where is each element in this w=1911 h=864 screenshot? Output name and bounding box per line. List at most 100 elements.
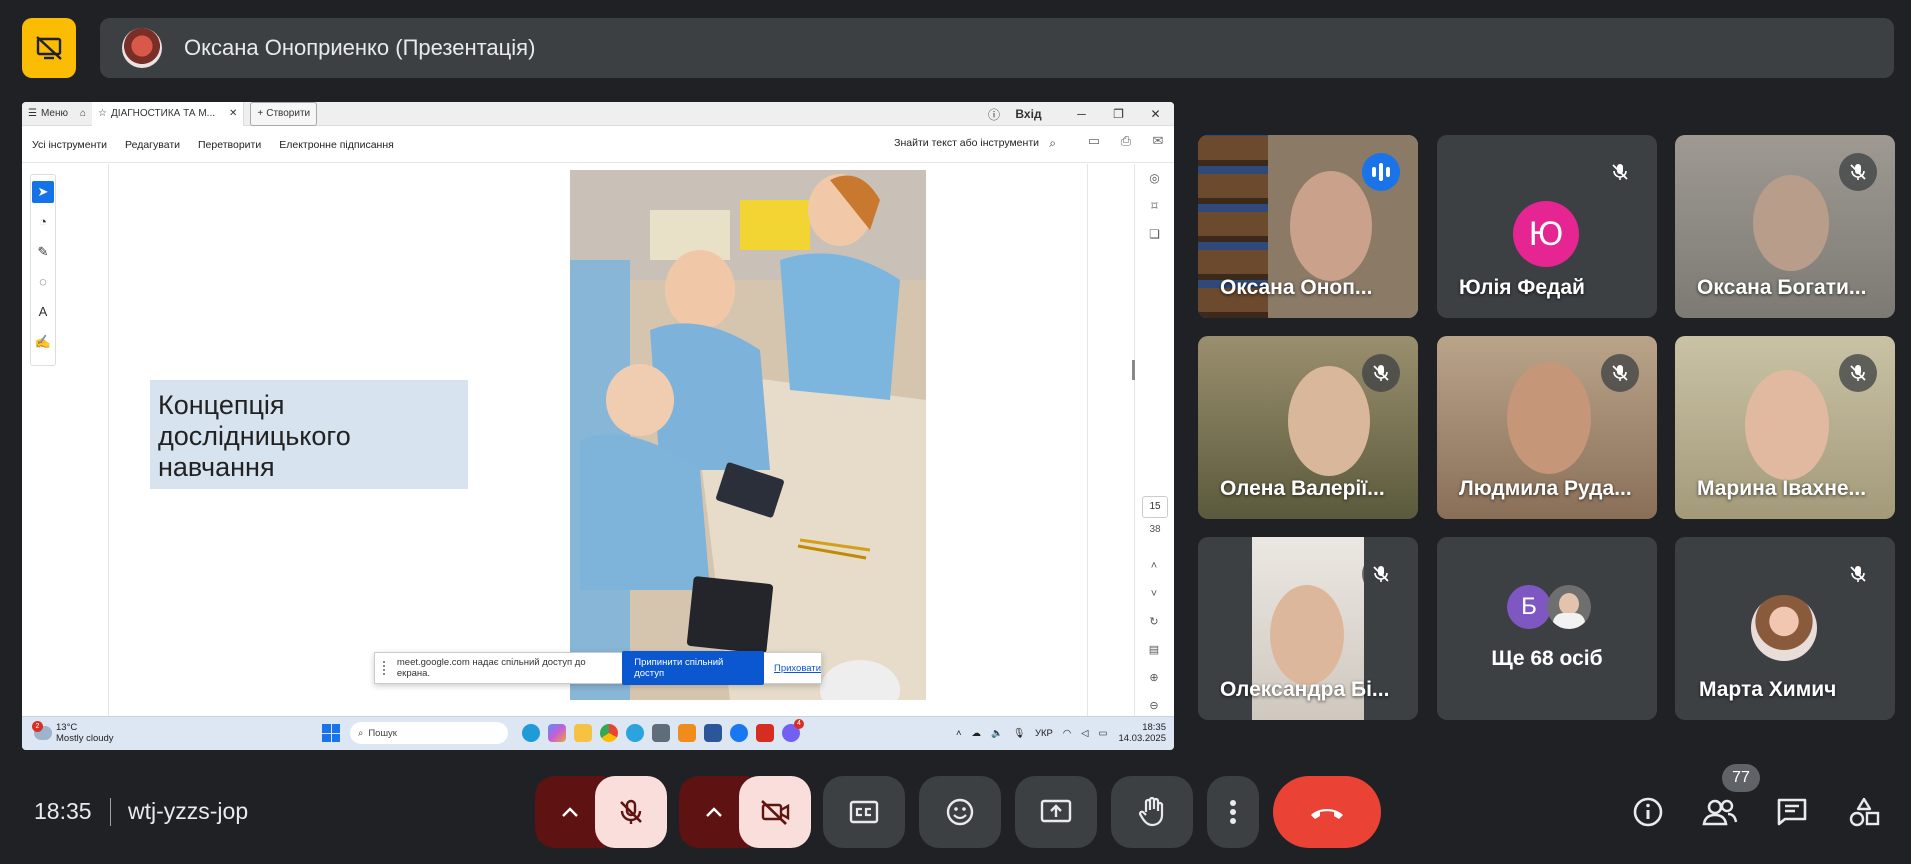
sign-tool-icon[interactable]: ✍ xyxy=(32,331,54,353)
participant-tile[interactable]: Оксана Богати... xyxy=(1675,135,1895,318)
find-tools-input[interactable]: Знайти текст або інструменти xyxy=(894,137,1039,149)
present-button[interactable] xyxy=(1015,776,1097,848)
viber-icon[interactable]: 4 xyxy=(782,719,804,742)
lasso-tool-icon[interactable]: ◌ xyxy=(32,271,54,293)
tray-chevron-icon[interactable]: ˄ xyxy=(956,728,962,739)
keyboard-language[interactable]: УКР xyxy=(1035,728,1053,739)
participant-name: Юлія Федай xyxy=(1459,276,1585,299)
microphone-button[interactable] xyxy=(595,776,667,848)
face xyxy=(1753,175,1829,271)
acrobat-icon[interactable] xyxy=(756,724,774,742)
minimize-icon[interactable]: ─ xyxy=(1063,107,1100,121)
captions-button[interactable] xyxy=(823,776,905,848)
mic-off-icon xyxy=(620,799,642,824)
taskbar-time: 18:35 xyxy=(1142,722,1166,733)
tab-document-label: ДІАГНОСТИКА ТА М... xyxy=(111,108,215,119)
calculator-icon[interactable] xyxy=(652,724,670,742)
taskbar-clock[interactable]: 18:35 14.03.2025 xyxy=(1118,722,1166,744)
more-options-button[interactable] xyxy=(1207,776,1259,848)
activities-button[interactable] xyxy=(1842,790,1886,834)
zoom-in-icon[interactable]: ⊕ xyxy=(1146,664,1162,692)
volume-icon[interactable]: 🔈 xyxy=(991,728,1003,739)
folder-icon[interactable] xyxy=(574,724,592,742)
stop-presenting-button[interactable] xyxy=(22,18,76,78)
maximize-icon[interactable]: ❐ xyxy=(1100,107,1137,121)
menu-all-tools[interactable]: Усі інструменти xyxy=(32,139,107,151)
hamburger-icon: ☰ xyxy=(28,108,37,119)
menu-button[interactable]: ☰ Меню xyxy=(22,102,74,126)
bookmark-icon[interactable]: ⌑ xyxy=(1135,192,1174,220)
page-icon[interactable]: ▤ xyxy=(1146,636,1162,664)
people-button[interactable] xyxy=(1698,790,1742,834)
text-tool-icon[interactable]: A xyxy=(32,301,54,323)
page-number-input[interactable]: 15 xyxy=(1142,496,1168,518)
telegram-icon[interactable] xyxy=(626,724,644,742)
mic-off-icon xyxy=(1839,354,1877,392)
battery-icon[interactable]: ▭ xyxy=(1098,728,1107,739)
vlc-icon[interactable] xyxy=(678,724,696,742)
weather-condition: Mostly cloudy xyxy=(56,733,114,744)
copilot-icon[interactable] xyxy=(548,724,566,742)
more-participants-tile[interactable]: Б Ще 68 осіб xyxy=(1437,537,1657,720)
menu-convert[interactable]: Перетворити xyxy=(198,139,261,151)
weather-widget[interactable]: 2 13°C Mostly cloudy xyxy=(32,721,114,744)
camera-button[interactable] xyxy=(739,776,811,848)
drag-handle[interactable] xyxy=(383,661,389,675)
chevron-down-icon[interactable]: ˅ xyxy=(1146,580,1162,608)
cloud-icon: 2 xyxy=(32,721,52,740)
close-window-icon[interactable]: ✕ xyxy=(1137,107,1174,121)
wifi-icon[interactable]: ◠ xyxy=(1063,728,1071,739)
help-icon[interactable]: ⓘ xyxy=(984,106,1004,123)
meet-window: Оксана Оноприенко (Презентація) ☰ Меню ⌂… xyxy=(0,0,1911,864)
participant-tile[interactable]: Марта Химич xyxy=(1675,537,1895,720)
search-icon[interactable]: ⌕ xyxy=(1049,136,1056,151)
select-tool-icon[interactable]: ➤ xyxy=(32,181,54,203)
participant-tile[interactable]: Олена Валерії... xyxy=(1198,336,1418,519)
leave-call-button[interactable] xyxy=(1273,776,1381,848)
windows-start-icon[interactable] xyxy=(322,724,340,742)
face xyxy=(1288,366,1370,476)
meeting-details-button[interactable] xyxy=(1626,790,1670,834)
menu-edit[interactable]: Редагувати xyxy=(125,139,180,151)
edge-icon[interactable] xyxy=(522,724,540,742)
facebook-icon[interactable] xyxy=(730,724,748,742)
tab-document[interactable]: ☆ ДІАГНОСТИКА ТА М... ✕ xyxy=(92,102,245,126)
menu-esign[interactable]: Електронне підписання xyxy=(279,139,394,151)
save-icon[interactable]: ▭ xyxy=(1078,133,1110,149)
participant-tile[interactable]: Олександра Бі... xyxy=(1198,537,1418,720)
mic-icon[interactable]: 🎙 xyxy=(1013,728,1025,739)
hide-notice-link[interactable]: Приховати xyxy=(774,663,821,674)
participant-tile[interactable]: Ю Юлія Федай xyxy=(1437,135,1657,318)
participant-name: Олена Валерії... xyxy=(1220,477,1385,500)
comment-tool-icon[interactable]: ◔ xyxy=(32,211,54,233)
mail-icon[interactable]: ✉ xyxy=(1142,133,1174,149)
info-icon xyxy=(1633,797,1663,827)
taskbar-search[interactable]: ⌕ Пошук xyxy=(350,722,508,744)
face xyxy=(1745,370,1829,480)
chevron-up-icon[interactable]: ˄ xyxy=(1146,552,1162,580)
participant-tile[interactable]: Марина Івахне... xyxy=(1675,336,1895,519)
participant-tile[interactable]: Людмила Руда... xyxy=(1437,336,1657,519)
pages-icon[interactable]: ❏ xyxy=(1135,220,1174,248)
print-icon[interactable]: ⎙ xyxy=(1110,133,1142,149)
pen-tool-icon[interactable]: ✎ xyxy=(32,241,54,263)
scrollbar-handle[interactable] xyxy=(1132,360,1135,380)
login-button[interactable]: Вхід xyxy=(1010,107,1047,121)
ai-icon[interactable]: ◎ xyxy=(1135,164,1174,192)
menu-label: Меню xyxy=(40,108,68,119)
chrome-icon[interactable] xyxy=(600,724,618,742)
close-icon[interactable]: ✕ xyxy=(229,108,237,119)
participant-tile[interactable]: Оксана Оноп... xyxy=(1198,135,1418,318)
chat-button[interactable] xyxy=(1770,790,1814,834)
avatar xyxy=(1547,585,1591,629)
create-button[interactable]: + Створити xyxy=(250,102,318,126)
stop-sharing-button[interactable]: Припинити спільний доступ xyxy=(622,651,764,685)
raise-hand-button[interactable] xyxy=(1111,776,1193,848)
reactions-button[interactable] xyxy=(919,776,1001,848)
word-icon[interactable] xyxy=(704,724,722,742)
home-button[interactable]: ⌂ xyxy=(74,102,92,126)
plus-icon: + xyxy=(257,108,264,119)
rotate-icon[interactable]: ↻ xyxy=(1146,608,1162,636)
speaker-icon[interactable]: ◁ xyxy=(1081,728,1088,739)
onedrive-icon[interactable]: ☁ xyxy=(972,728,982,739)
